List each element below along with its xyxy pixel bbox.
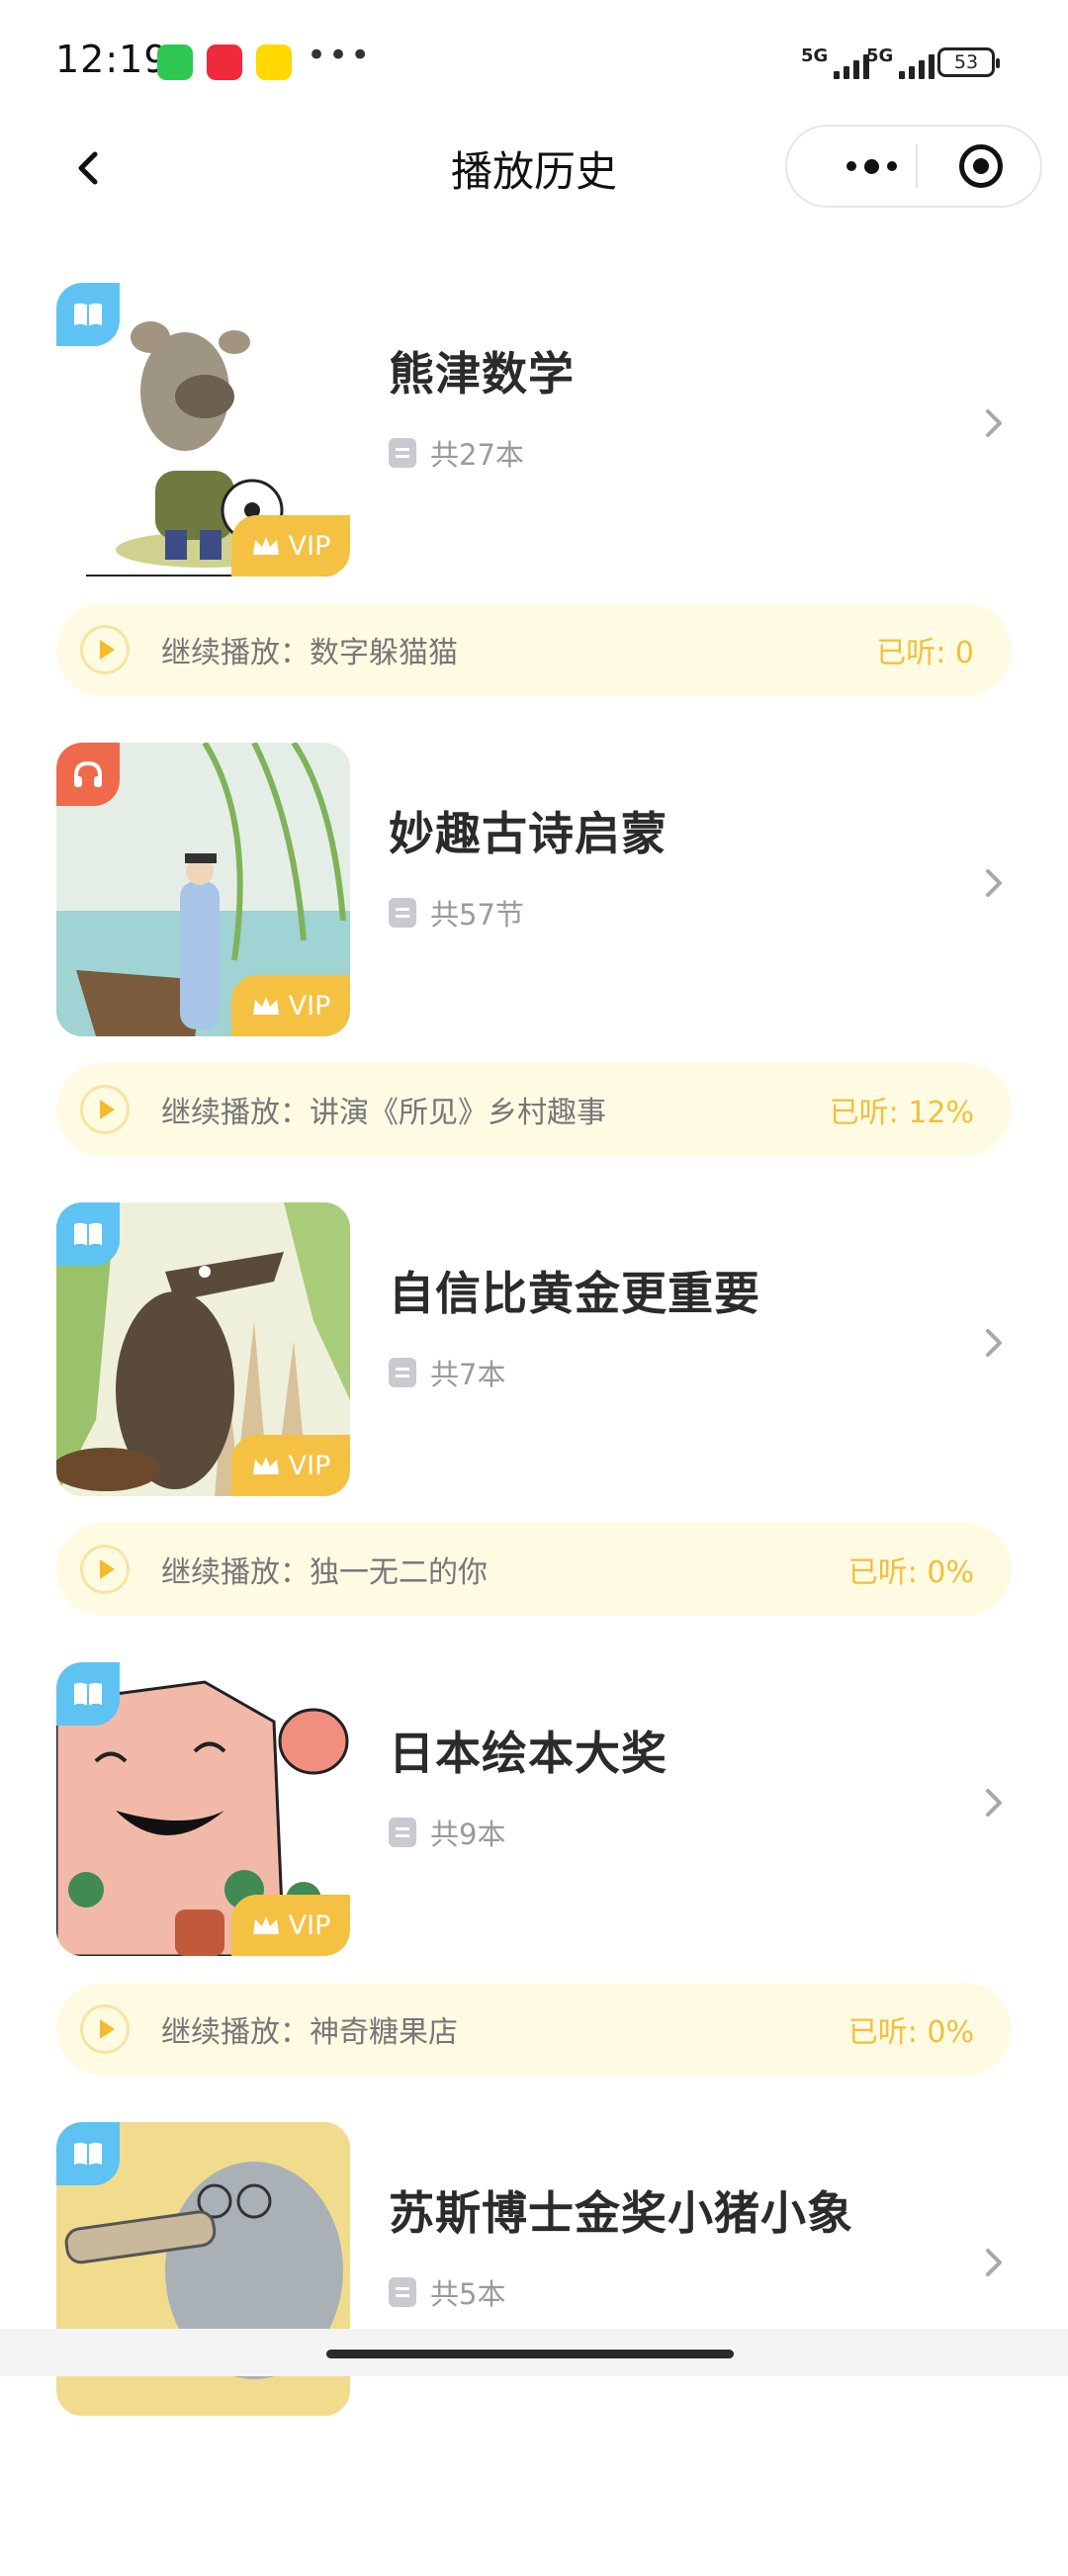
crown-icon xyxy=(252,1457,279,1474)
continue-play-label: 继续播放：讲演《所见》乡村趣事 xyxy=(161,1096,606,1130)
list-icon xyxy=(389,1358,416,1387)
home-indicator[interactable] xyxy=(326,2350,734,2358)
list-icon xyxy=(389,898,416,928)
count-label: 共5本 xyxy=(430,2277,506,2311)
cover-image[interactable]: VIP xyxy=(56,1202,350,1496)
item-count: 共9本 xyxy=(389,1812,505,1853)
play-icon[interactable] xyxy=(80,1085,130,1134)
list-item[interactable]: VIP 自信比黄金更重要 共7本 继续播放：独一无二的你 已听: 0% xyxy=(0,1187,1068,1656)
network-label: 5G xyxy=(801,45,829,66)
vip-badge: VIP xyxy=(231,515,350,577)
count-label: 共57节 xyxy=(430,898,524,932)
cover-image[interactable]: VIP xyxy=(56,1662,350,1956)
list-icon xyxy=(389,2277,416,2307)
play-icon[interactable] xyxy=(80,625,130,674)
vip-label: VIP xyxy=(288,1450,331,1481)
book-badge-icon xyxy=(56,1202,120,1266)
xiaohongshu-icon xyxy=(207,44,242,80)
yellow-app-icon xyxy=(256,44,292,80)
vip-badge: VIP xyxy=(231,1895,350,1956)
headphones-badge-icon xyxy=(56,743,120,806)
book-badge-icon xyxy=(56,1662,120,1726)
capsule-divider xyxy=(916,144,918,188)
chevron-right-icon[interactable] xyxy=(983,865,1005,901)
count-label: 共9本 xyxy=(430,1818,506,1851)
vip-label: VIP xyxy=(288,990,331,1022)
battery-icon: 53 xyxy=(937,47,1000,77)
cover-image[interactable]: VIP xyxy=(56,283,350,577)
list-icon xyxy=(389,438,416,468)
list-icon xyxy=(389,1818,416,1847)
history-list: VIP 熊津数学 共27本 继续播放：数字躲猫猫 已听: 0 VIP 妙趣古诗启… xyxy=(0,267,1068,2576)
book-badge-icon xyxy=(56,283,120,346)
list-item[interactable]: VIP 日本绘本大奖 共9本 继续播放：神奇糖果店 已听: 0% xyxy=(0,1646,1068,2116)
item-title: 熊津数学 xyxy=(389,347,575,400)
count-label: 共7本 xyxy=(430,1358,506,1391)
nav-bar: 播放历史 xyxy=(0,119,1068,218)
play-icon[interactable] xyxy=(80,1545,130,1594)
listened-progress: 已听: 0 xyxy=(876,636,974,670)
item-title: 日本绘本大奖 xyxy=(389,1727,668,1780)
item-title: 苏斯博士金奖小猪小象 xyxy=(389,2186,853,2240)
item-count: 共27本 xyxy=(389,432,524,474)
continue-play-label: 继续播放：数字躲猫猫 xyxy=(161,636,458,670)
vip-badge: VIP xyxy=(231,975,350,1036)
signal-icon: 5G xyxy=(866,45,935,79)
status-time: 12:19 xyxy=(55,38,169,81)
continue-play-bar[interactable]: 继续播放：神奇糖果店 已听: 0% xyxy=(56,1983,1012,2076)
chevron-right-icon[interactable] xyxy=(983,2245,1005,2280)
vip-label: VIP xyxy=(288,530,331,562)
list-item[interactable]: VIP 熊津数学 共27本 继续播放：数字躲猫猫 已听: 0 xyxy=(0,267,1068,737)
crown-icon xyxy=(252,1916,279,1934)
continue-play-bar[interactable]: 继续播放：独一无二的你 已听: 0% xyxy=(56,1523,1012,1616)
listened-progress: 已听: 0% xyxy=(847,2015,974,2050)
play-icon[interactable] xyxy=(80,2004,130,2054)
continue-play-label: 继续播放：神奇糖果店 xyxy=(161,2015,458,2050)
continue-play-label: 继续播放：独一无二的你 xyxy=(161,1555,488,1590)
listened-progress: 已听: 0% xyxy=(847,1555,974,1590)
status-bar: 12:19 ••• 5G 5G 53 xyxy=(0,0,1068,119)
chevron-right-icon[interactable] xyxy=(983,1785,1005,1821)
signal-icon: 5G xyxy=(801,45,870,79)
mini-program-capsule xyxy=(785,125,1042,208)
more-dots-icon[interactable] xyxy=(827,127,916,206)
item-title: 自信比黄金更重要 xyxy=(389,1267,760,1320)
continue-play-bar[interactable]: 继续播放：数字躲猫猫 已听: 0 xyxy=(56,603,1012,696)
item-count: 共5本 xyxy=(389,2271,505,2313)
chevron-right-icon[interactable] xyxy=(983,405,1005,441)
network-label: 5G xyxy=(866,45,894,66)
continue-play-bar[interactable]: 继续播放：讲演《所见》乡村趣事 已听: 12% xyxy=(56,1063,1012,1156)
item-count: 共57节 xyxy=(389,892,524,933)
vip-badge: VIP xyxy=(231,1435,350,1496)
item-title: 妙趣古诗启蒙 xyxy=(389,807,668,860)
listened-progress: 已听: 12% xyxy=(829,1096,974,1130)
item-count: 共7本 xyxy=(389,1352,505,1393)
wechat-icon xyxy=(157,44,193,80)
crown-icon xyxy=(252,997,279,1015)
book-badge-icon xyxy=(56,2122,120,2185)
chevron-right-icon[interactable] xyxy=(983,1325,1005,1361)
count-label: 共27本 xyxy=(430,438,524,472)
target-icon[interactable] xyxy=(959,144,1003,188)
list-item[interactable]: VIP 妙趣古诗启蒙 共57节 继续播放：讲演《所见》乡村趣事 已听: 12% xyxy=(0,727,1068,1197)
more-notifications-icon: ••• xyxy=(307,36,373,75)
crown-icon xyxy=(252,537,279,555)
cover-image[interactable]: VIP xyxy=(56,743,350,1036)
vip-label: VIP xyxy=(288,1910,331,1941)
